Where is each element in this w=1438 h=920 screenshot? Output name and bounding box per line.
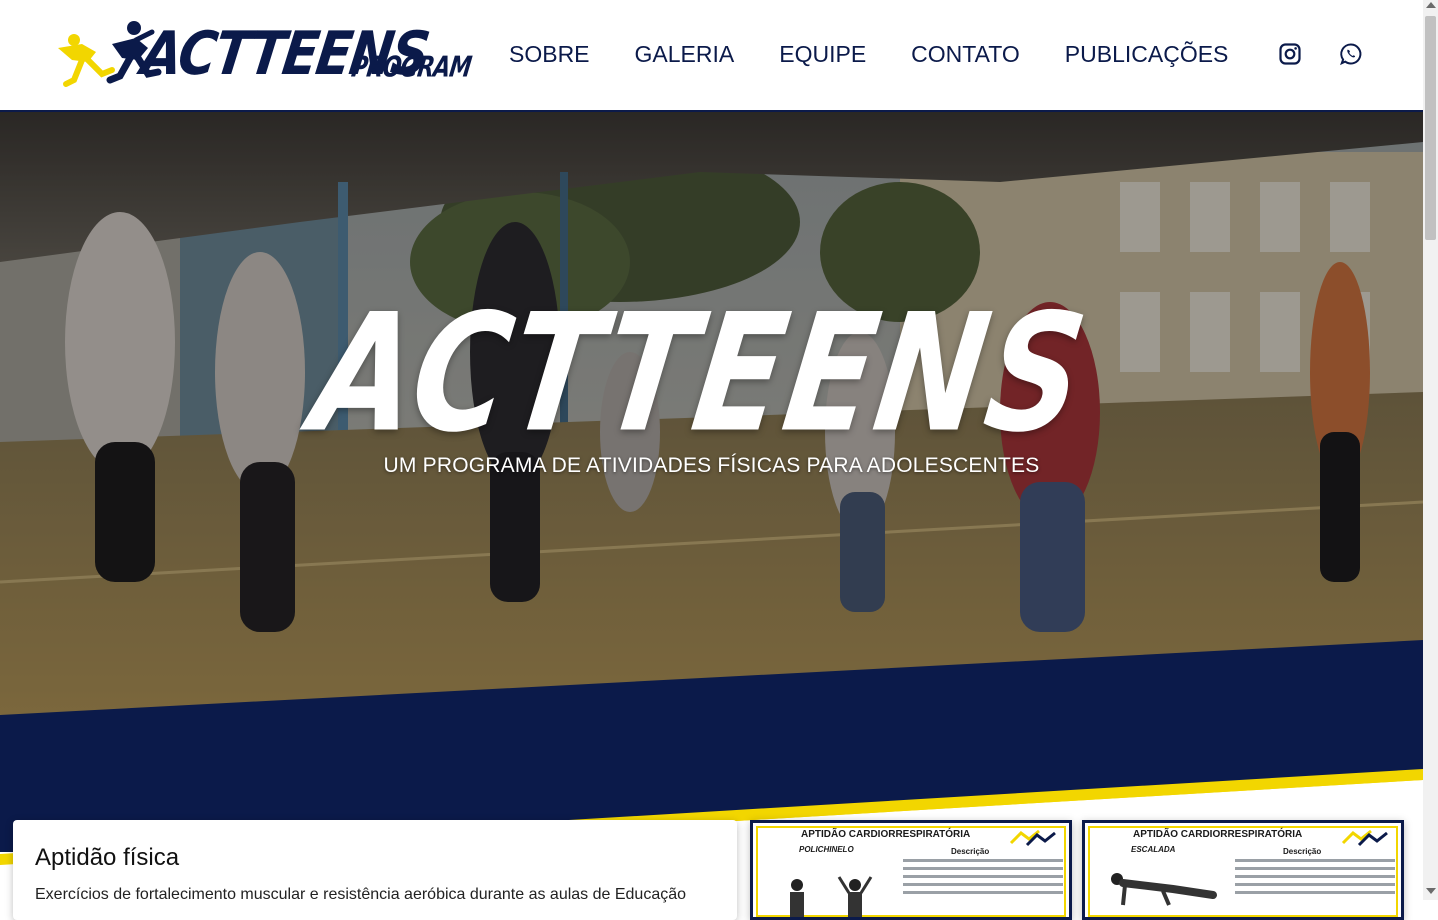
hero-background-image [0, 112, 1423, 900]
scroll-up-icon[interactable] [1426, 2, 1436, 8]
actteens-logo[interactable]: ACTTEENS PROGRAM [52, 18, 473, 92]
feature-card: Aptidão física Exercícios de fortalecime… [13, 820, 737, 920]
main-nav: SOBRE GALERIA EQUIPE CONTATO PUBLICAÇÕES [509, 38, 1228, 70]
thumbnail-description-label: Descrição [1283, 847, 1322, 856]
page-scrollbar[interactable] [1423, 0, 1438, 900]
thumbnail-heading: APTIDÃO CARDIORRESPIRATÓRIA [801, 829, 971, 840]
nav-publicacoes[interactable]: PUBLICAÇÕES [1065, 38, 1229, 70]
thumbnail-heading: APTIDÃO CARDIORRESPIRATÓRIA [1133, 829, 1303, 840]
exercise-figure-icon [790, 876, 873, 917]
nav-galeria[interactable]: GALERIA [635, 38, 735, 70]
exercise-thumbnail[interactable]: APTIDÃO CARDIORRESPIRATÓRIA ESCALADA Des… [1082, 820, 1404, 920]
thumbnail-text-lines [1235, 859, 1395, 899]
thumbnail-exercise-name: ESCALADA [1131, 845, 1176, 854]
thumbnail-logo-icon [1341, 829, 1388, 847]
nav-equipe[interactable]: EQUIPE [779, 38, 866, 70]
card-title: Aptidão física [35, 844, 180, 871]
site-header: ACTTEENS PROGRAM SOBRE GALERIA EQUIPE CO… [0, 0, 1423, 112]
thumbnail-logo-icon [1009, 829, 1056, 847]
exercise-thumbnail[interactable]: APTIDÃO CARDIORRESPIRATÓRIA POLICHINELO … [750, 820, 1072, 920]
thumbnail-description-label: Descrição [951, 847, 990, 856]
hero-title: ACTTEENS [302, 278, 1098, 469]
nav-contato[interactable]: CONTATO [911, 38, 1020, 70]
thumbnail-exercise-name: POLICHINELO [799, 845, 854, 854]
instagram-icon[interactable] [1278, 42, 1302, 66]
whatsapp-icon[interactable] [1339, 42, 1363, 66]
logo-subtext: PROGRAM [349, 52, 473, 85]
hero-subtitle: UM PROGRAMA DE ATIVIDADES FÍSICAS PARA A… [383, 454, 1040, 477]
exercise-figure-icon [1111, 873, 1217, 906]
hero-section: ACTTEENS UM PROGRAMA DE ATIVIDADES FÍSIC… [0, 112, 1423, 900]
nav-sobre[interactable]: SOBRE [509, 38, 590, 70]
card-text: Exercícios de fortalecimento muscular e … [35, 886, 687, 903]
scrollbar-thumb[interactable] [1425, 16, 1436, 240]
thumbnail-text-lines [903, 859, 1063, 899]
scroll-down-icon[interactable] [1426, 888, 1436, 894]
